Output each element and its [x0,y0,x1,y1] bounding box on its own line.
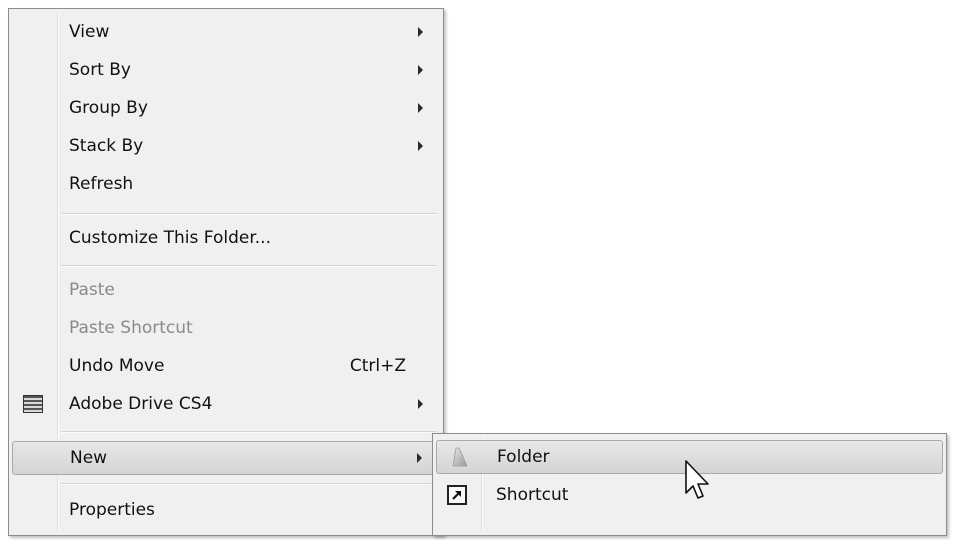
menu-item-paste-shortcut: Paste Shortcut [12,311,440,345]
menu-item-customize-folder[interactable]: Customize This Folder... [12,221,440,255]
submenu-item-label: Shortcut [496,485,569,505]
menu-item-paste: Paste [12,273,440,307]
menu-item-label: Undo Move [69,356,165,376]
submenu-arrow-icon [418,27,423,37]
menu-item-label: Properties [69,500,155,520]
menu-item-stack-by[interactable]: Stack By [12,129,440,163]
menu-separator [61,265,437,267]
submenu-arrow-icon [418,141,423,151]
menu-item-label: Stack By [69,136,144,156]
menu-item-label: Refresh [69,174,134,194]
submenu-arrow-icon [418,65,423,75]
mouse-pointer-icon [685,460,709,499]
context-menu: View Sort By Group By Stack By Refresh C… [8,8,444,536]
menu-separator [61,213,437,215]
menu-item-group-by[interactable]: Group By [12,91,440,125]
keyboard-shortcut: Ctrl+Z [349,356,406,376]
screen: View Sort By Group By Stack By Refresh C… [0,0,953,540]
menu-item-sort-by[interactable]: Sort By [12,53,440,87]
menu-item-label: New [70,448,108,468]
menu-item-view[interactable]: View [12,15,440,49]
shortcut-icon [447,485,467,505]
menu-item-label: Paste Shortcut [69,318,193,338]
menu-item-label: Sort By [69,60,131,80]
menu-item-label: Adobe Drive CS4 [69,394,213,414]
menu-item-label: Customize This Folder... [69,228,271,248]
submenu-arrow-icon [417,453,422,463]
menu-item-adobe-drive[interactable]: Adobe Drive CS4 [12,387,440,421]
adobe-drive-icon [23,395,43,413]
menu-item-undo-move[interactable]: Undo Move Ctrl+Z [12,349,440,383]
menu-separator [61,483,437,485]
menu-item-label: Group By [69,98,148,118]
menu-item-properties[interactable]: Properties [12,493,440,527]
submenu-arrow-icon [418,399,423,409]
folder-icon [452,447,468,467]
menu-item-label: View [69,22,110,42]
menu-item-label: Paste [69,280,115,300]
menu-separator [61,431,437,433]
submenu-item-label: Folder [497,447,550,467]
menu-item-new[interactable]: New [12,441,440,475]
menu-item-refresh[interactable]: Refresh [12,167,440,201]
submenu-arrow-icon [418,103,423,113]
